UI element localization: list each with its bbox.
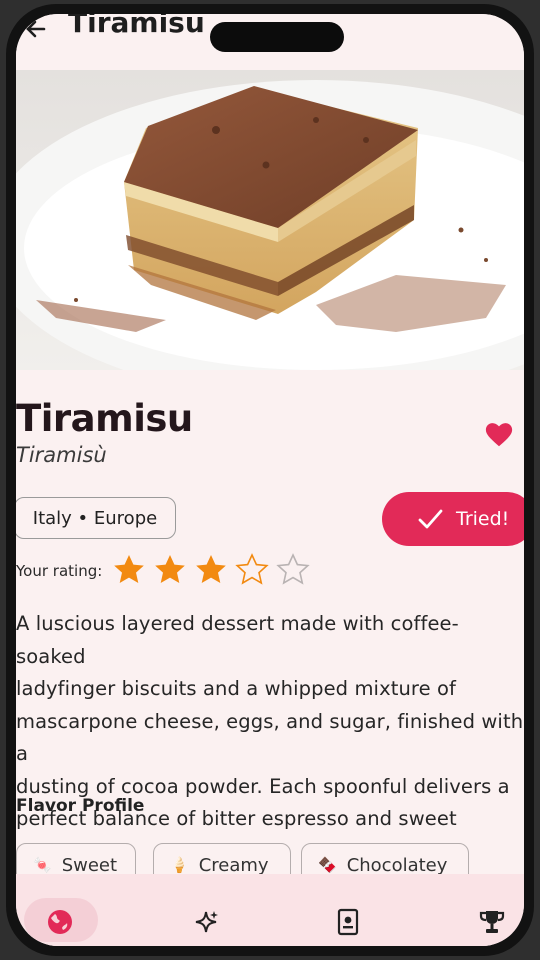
star-empty-icon[interactable]: [235, 553, 269, 587]
trophy-icon: [479, 911, 505, 933]
passport-icon: [337, 908, 359, 936]
ice-cream-icon: 🍦: [170, 856, 189, 874]
rating-stars: [112, 553, 317, 589]
candy-icon: 🍬: [33, 856, 52, 874]
nav-item-passport[interactable]: [308, 884, 388, 944]
chocolate-icon: 🍫: [318, 856, 337, 874]
flavor-chip-label: Chocolatey: [346, 854, 448, 876]
dish-photo: [16, 70, 524, 370]
app-bar-title: Tiramisu: [68, 14, 205, 39]
flavor-profile-heading: Flavor Profile: [16, 796, 145, 816]
dish-local-name: Tiramisù: [16, 443, 107, 467]
nav-item-explore[interactable]: [20, 884, 100, 944]
flavor-chip-label: Creamy: [198, 854, 269, 876]
flavor-chip-label: Sweet: [61, 854, 118, 876]
star-filled-icon[interactable]: [112, 553, 146, 587]
star-filled-icon[interactable]: [153, 553, 187, 587]
checkmark-icon: [418, 509, 443, 529]
nav-item-achievements[interactable]: [452, 884, 524, 944]
back-arrow-icon[interactable]: [24, 18, 46, 40]
nav-item-discover[interactable]: [166, 884, 246, 944]
origin-chip[interactable]: Italy • Europe: [16, 497, 176, 539]
phone-frame: Tiramisu Tiramisu Tiramisù Italy • Europ…: [6, 4, 534, 956]
screen: Tiramisu Tiramisu Tiramisù Italy • Europ…: [16, 14, 524, 946]
star-filled-icon[interactable]: [194, 553, 228, 587]
dish-name: Tiramisu: [16, 397, 193, 440]
bottom-navigation: [16, 874, 524, 946]
favorite-heart-icon[interactable]: [484, 420, 514, 450]
tried-button[interactable]: Tried!: [382, 492, 524, 546]
star-empty-icon[interactable]: [276, 553, 310, 587]
dish-description: A luscious layered dessert made with cof…: [16, 612, 524, 863]
tried-button-label: Tried!: [456, 508, 510, 530]
sparkle-icon: [195, 911, 218, 933]
camera-notch: [210, 22, 344, 52]
rating-label: Your rating:: [16, 562, 103, 580]
globe-icon: [48, 910, 72, 934]
